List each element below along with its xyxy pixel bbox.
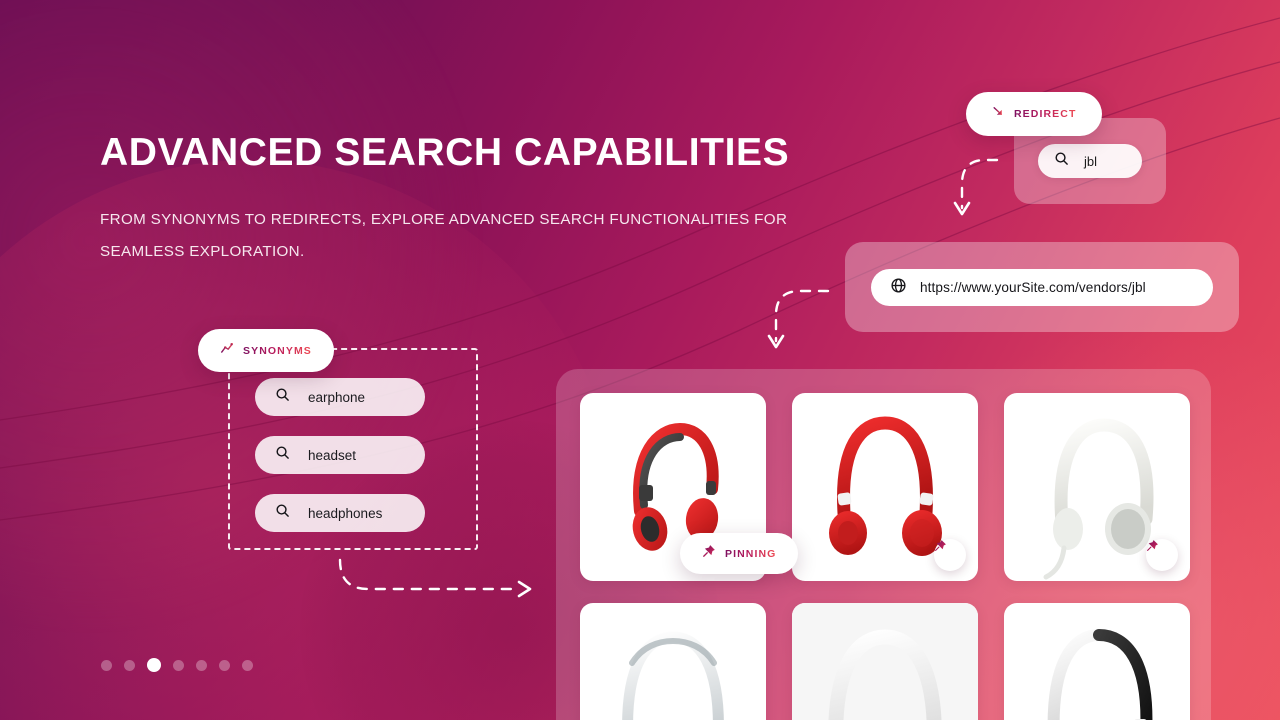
synonyms-badge[interactable]: SYNONYMS xyxy=(198,329,334,372)
pagination-dots[interactable] xyxy=(101,658,253,672)
pushpin-icon xyxy=(702,544,716,563)
white-slim-headphones-image xyxy=(622,631,724,720)
jbl-search-value: jbl xyxy=(1084,153,1098,169)
product-card[interactable] xyxy=(1004,393,1190,581)
pushpin-icon xyxy=(935,540,946,551)
product-card[interactable] xyxy=(792,393,978,581)
white-padded-headphones-image xyxy=(792,603,978,720)
product-card[interactable] xyxy=(1004,603,1190,720)
pagination-dot[interactable] xyxy=(101,659,112,671)
trend-line-icon xyxy=(220,341,234,360)
pin-button[interactable] xyxy=(1146,539,1178,571)
page-title: ADVANCED SEARCH CAPABILITIES xyxy=(100,131,790,174)
search-icon xyxy=(275,445,290,465)
pagination-dot[interactable] xyxy=(196,659,207,671)
list-item-label: headset xyxy=(308,447,357,463)
pushpin-icon xyxy=(1147,540,1158,551)
search-icon xyxy=(275,387,290,407)
pagination-dot[interactable] xyxy=(242,659,253,671)
product-grid xyxy=(580,393,1190,720)
product-card[interactable] xyxy=(580,603,766,720)
list-item[interactable]: headset xyxy=(255,436,425,474)
list-item[interactable]: headphones xyxy=(255,494,425,532)
list-item[interactable]: earphone xyxy=(255,378,425,416)
pagination-dot[interactable] xyxy=(124,659,135,671)
product-card[interactable] xyxy=(792,603,978,720)
pin-button[interactable] xyxy=(934,539,966,571)
url-value: https://www.yourSite.com/vendors/jbl xyxy=(920,280,1146,295)
synonyms-list: earphone headset headphones xyxy=(255,378,425,532)
list-item-label: earphone xyxy=(308,389,366,405)
page-subtitle: FROM SYNONYMS TO REDIRECTS, EXPLORE ADVA… xyxy=(100,211,788,260)
pinning-badge[interactable]: PINNING xyxy=(680,533,799,574)
url-bar[interactable]: https://www.yourSite.com/vendors/jbl xyxy=(871,269,1213,306)
list-item-label: headphones xyxy=(308,505,383,521)
jbl-search-box[interactable]: jbl xyxy=(1038,144,1142,178)
redirect-badge[interactable]: REDIRECT xyxy=(966,92,1103,136)
pagination-dot[interactable] xyxy=(219,659,230,671)
pagination-dot[interactable] xyxy=(173,659,184,671)
pagination-dot-active[interactable] xyxy=(147,658,161,672)
arrow-down-right-icon xyxy=(992,105,1005,123)
globe-icon xyxy=(890,277,907,299)
synonyms-badge-label: SYNONYMS xyxy=(243,344,312,357)
search-icon xyxy=(1054,151,1069,171)
pinning-badge-label: PINNING xyxy=(725,547,777,560)
redirect-badge-label: REDIRECT xyxy=(1014,108,1077,120)
search-icon xyxy=(275,503,290,523)
white-black-headphones-image xyxy=(1047,629,1153,720)
